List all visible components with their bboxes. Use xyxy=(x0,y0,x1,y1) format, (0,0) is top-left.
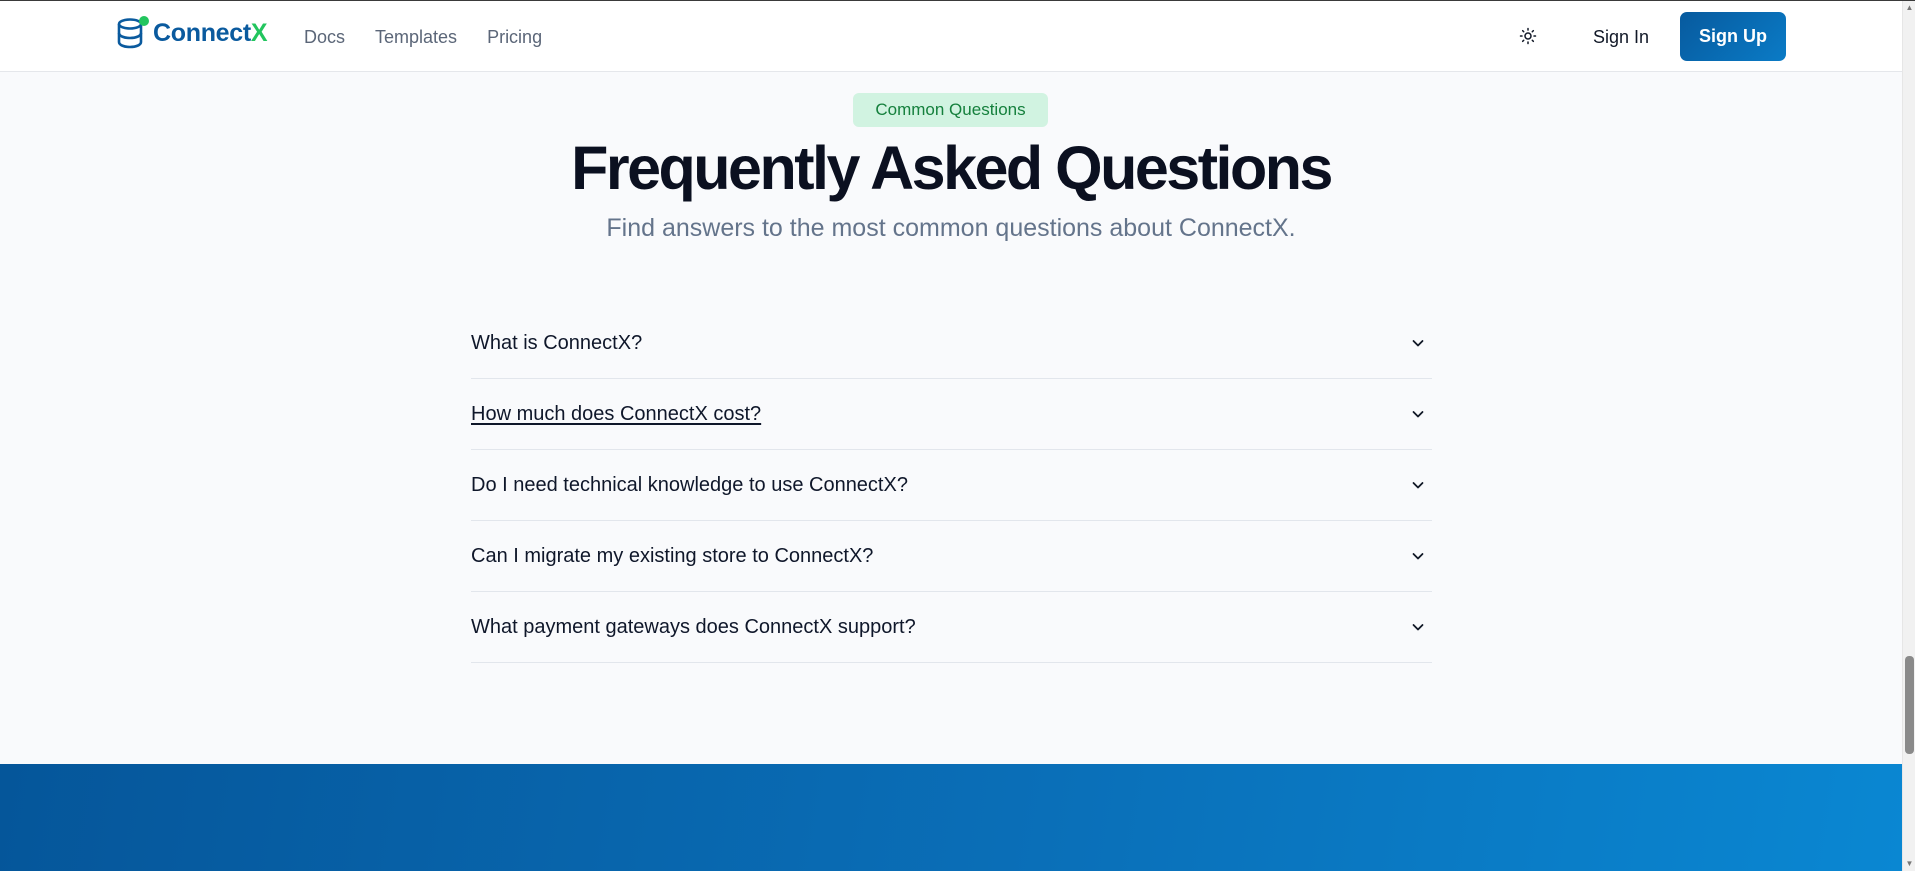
chevron-down-icon xyxy=(1412,624,1424,631)
theme-toggle-button[interactable] xyxy=(1514,26,1542,50)
database-icon xyxy=(116,16,149,50)
scroll-up-arrow-icon[interactable]: ▲ xyxy=(1905,3,1914,12)
chevron-down-icon xyxy=(1412,482,1424,489)
faq-accordion: What is ConnectX? How much does ConnectX… xyxy=(471,308,1432,663)
scroll-down-arrow-icon[interactable]: ▼ xyxy=(1905,859,1914,868)
faq-question: Can I migrate my existing store to Conne… xyxy=(471,545,874,567)
sign-in-button[interactable]: Sign In xyxy=(1593,27,1649,47)
nav-pricing[interactable]: Pricing xyxy=(487,27,542,47)
brand-name: ConnectX xyxy=(153,18,268,47)
faq-item[interactable]: Do I need technical knowledge to use Con… xyxy=(471,450,1432,521)
brand-name-accent: X xyxy=(250,18,268,47)
scrollbar-thumb[interactable] xyxy=(1905,656,1914,754)
sign-up-button[interactable]: Sign Up xyxy=(1680,12,1786,61)
faq-question: What payment gateways does ConnectX supp… xyxy=(471,616,916,638)
faq-item[interactable]: What payment gateways does ConnectX supp… xyxy=(471,592,1432,663)
chevron-down-icon xyxy=(1412,340,1424,347)
faq-item[interactable]: Can I migrate my existing store to Conne… xyxy=(471,521,1432,592)
faq-question: Do I need technical knowledge to use Con… xyxy=(471,474,908,496)
faq-question: How much does ConnectX cost? xyxy=(471,403,762,425)
status-dot-icon xyxy=(139,16,149,26)
page: ConnectX Docs Templates Pricing Sign In … xyxy=(0,0,1915,871)
nav-docs[interactable]: Docs xyxy=(304,27,345,47)
page-scrollbar[interactable]: ▲ ▼ xyxy=(1902,1,1915,871)
faq-question: What is ConnectX? xyxy=(471,332,643,354)
section-badge: Common Questions xyxy=(853,93,1048,127)
sun-icon xyxy=(1519,27,1537,50)
cta-banner xyxy=(0,764,1902,871)
faq-title: Frequently Asked Questions xyxy=(571,134,1333,202)
faq-subtitle: Find answers to the most common question… xyxy=(606,214,1296,242)
main-nav: Docs Templates Pricing xyxy=(304,27,572,47)
chevron-down-icon xyxy=(1412,411,1424,418)
brand-name-main: Connect xyxy=(153,18,251,47)
nav-templates[interactable]: Templates xyxy=(375,27,457,47)
faq-item[interactable]: What is ConnectX? xyxy=(471,308,1432,379)
chevron-down-icon xyxy=(1412,553,1424,560)
top-navbar: ConnectX Docs Templates Pricing Sign In … xyxy=(0,1,1902,72)
faq-item[interactable]: How much does ConnectX cost? xyxy=(471,379,1432,450)
brand-logo[interactable]: ConnectX xyxy=(116,16,268,50)
